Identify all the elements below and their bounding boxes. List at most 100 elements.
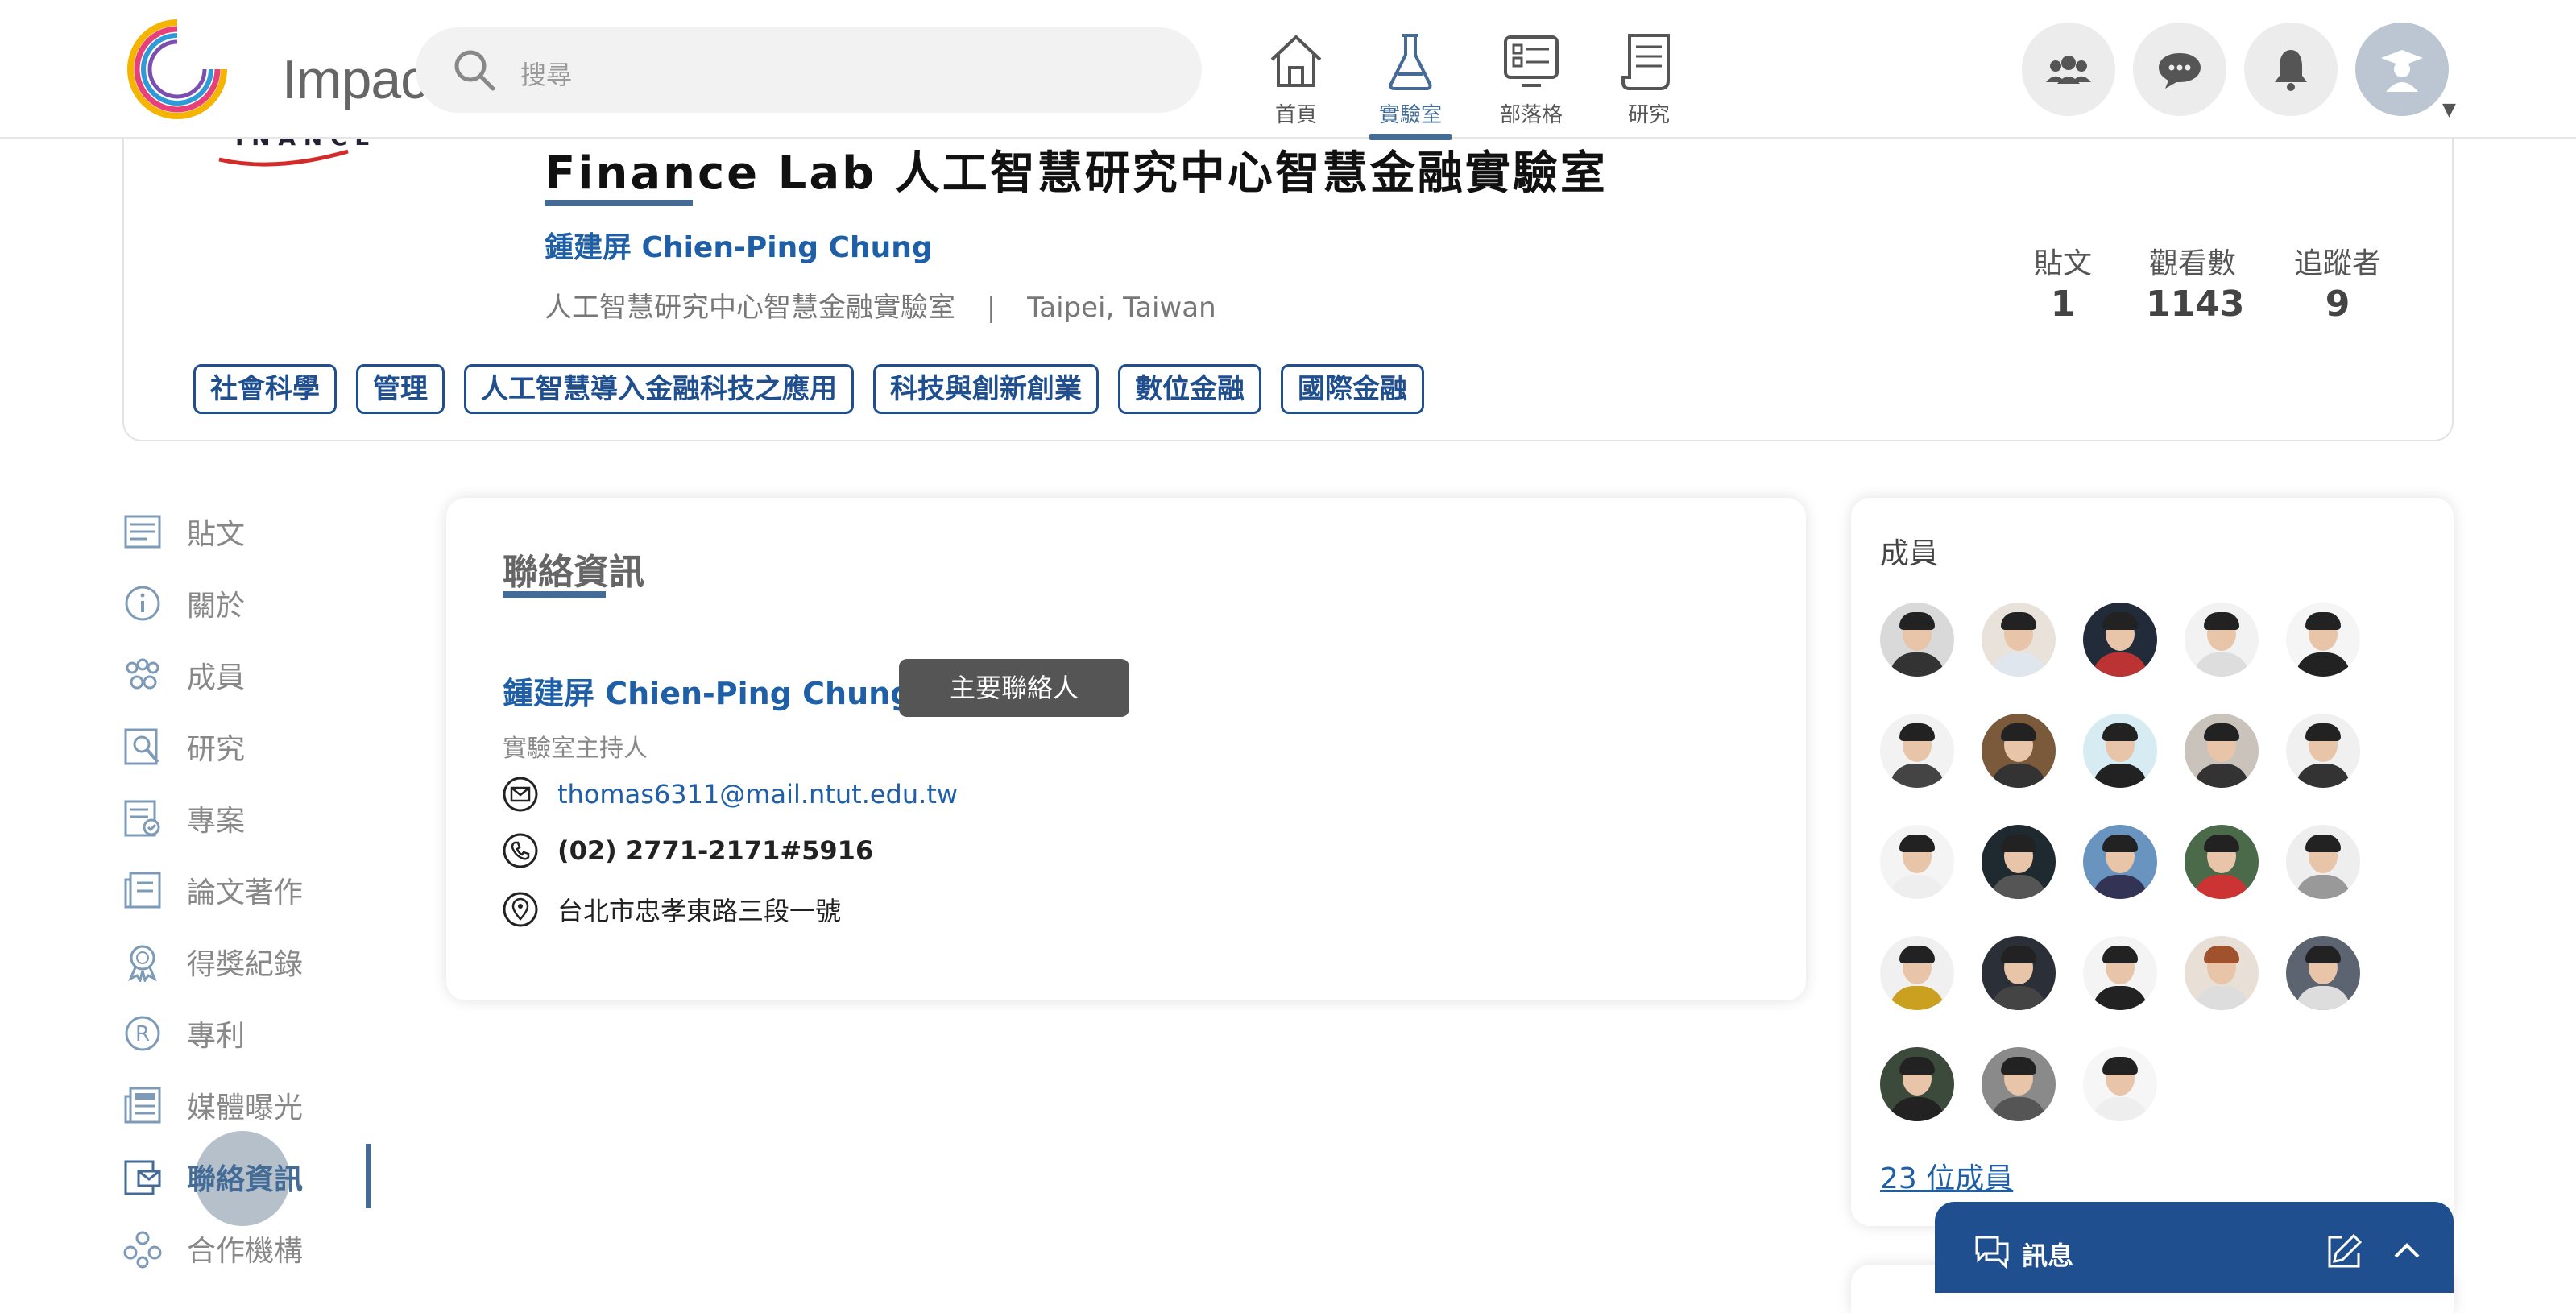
- chevron-down-icon[interactable]: ▼: [2442, 100, 2456, 120]
- sidebar-item-patents[interactable]: R 專利: [122, 1009, 245, 1058]
- title-underline: [545, 200, 693, 206]
- tag[interactable]: 科技與創新創業: [873, 364, 1099, 414]
- nav-label: 首頁: [1274, 103, 1317, 127]
- notifications-button[interactable]: [2244, 23, 2338, 116]
- sidebar-item-research[interactable]: 研究: [122, 723, 245, 771]
- member-avatar[interactable]: [2286, 825, 2360, 899]
- chevron-up-icon[interactable]: [2391, 1236, 2423, 1265]
- member-avatar[interactable]: [1880, 825, 1954, 899]
- sidebar-item-posts[interactable]: 貼文: [122, 507, 245, 556]
- primary-contact-badge: 主要聯絡人: [899, 659, 1129, 717]
- contact-role: 實驗室主持人: [503, 735, 648, 763]
- tag[interactable]: 管理: [356, 364, 445, 414]
- separator: |: [986, 292, 996, 324]
- member-avatar[interactable]: [2083, 825, 2157, 899]
- tag[interactable]: 人工智慧導入金融科技之應用: [464, 364, 854, 414]
- member-avatar[interactable]: [2286, 936, 2360, 1010]
- sidebar-item-label: 媒體曝光: [187, 1091, 304, 1125]
- email-link[interactable]: thomas6311@mail.ntut.edu.tw: [557, 779, 958, 810]
- member-avatar[interactable]: [2185, 714, 2259, 788]
- sidebar-item-label: 成員: [187, 661, 246, 694]
- card-title: 成員: [1880, 537, 1939, 570]
- nav-blog[interactable]: 部落格: [1479, 31, 1584, 139]
- search-bar[interactable]: 搜尋: [416, 27, 1202, 113]
- scroll-icon: [1621, 34, 1670, 90]
- address: 台北市忠孝東路三段一號: [557, 896, 842, 926]
- member-avatar[interactable]: [2185, 603, 2259, 677]
- member-avatar[interactable]: [1880, 714, 1954, 788]
- people-icon: [2046, 56, 2091, 84]
- home-icon: [1270, 35, 1322, 87]
- sidebar-item-projects[interactable]: 專案: [122, 794, 245, 843]
- chat-button[interactable]: [2133, 23, 2226, 116]
- sidebar-item-awards[interactable]: 得獎紀錄: [122, 938, 303, 986]
- contact-name-link[interactable]: 鍾建屏 Chien-Ping Chung: [503, 669, 912, 713]
- member-avatar[interactable]: [2286, 714, 2360, 788]
- member-avatar[interactable]: [2083, 714, 2157, 788]
- impactio-logo[interactable]: Impactio: [121, 16, 483, 122]
- member-avatar[interactable]: [2286, 603, 2360, 677]
- news-icon: [124, 1087, 161, 1124]
- member-avatar[interactable]: [2083, 936, 2157, 1010]
- sidebar-item-papers[interactable]: 論文著作: [122, 866, 303, 914]
- member-avatar[interactable]: [1880, 603, 1954, 677]
- tag[interactable]: 數位金融: [1118, 364, 1261, 414]
- nav-research[interactable]: 研究: [1597, 31, 1701, 139]
- member-avatar[interactable]: [1880, 1047, 1954, 1121]
- nav-lab[interactable]: 實驗室: [1358, 31, 1463, 140]
- member-avatar[interactable]: [2185, 936, 2259, 1010]
- flask-icon: [1389, 34, 1432, 90]
- search-icon: [454, 50, 495, 91]
- member-avatar[interactable]: [1982, 1047, 2056, 1121]
- award-icon: [128, 945, 157, 982]
- messages-label: 訊息: [2022, 1241, 2074, 1271]
- member-avatar[interactable]: [2083, 1047, 2157, 1121]
- sidebar-item-label: 專案: [187, 805, 246, 838]
- member-avatar[interactable]: [2185, 825, 2259, 899]
- nav-label: 實驗室: [1378, 103, 1442, 127]
- sidebar-item-about[interactable]: 關於: [122, 579, 245, 628]
- blog-icon: [1504, 35, 1559, 87]
- nav-home[interactable]: 首頁: [1244, 31, 1348, 139]
- card-title: 聯絡資訊: [503, 552, 644, 593]
- member-avatar[interactable]: [1982, 714, 2056, 788]
- member-avatar[interactable]: [1880, 936, 1954, 1010]
- contact-icon: [124, 1160, 161, 1195]
- tag-list: 社會科學 管理 人工智慧導入金融科技之應用 科技與創新創業 數位金融 國際金融: [193, 364, 1424, 414]
- sidebar-item-label: 關於: [187, 590, 246, 623]
- sidebar-item-contact[interactable]: 聯絡資訊: [122, 1153, 303, 1201]
- graduate-avatar-icon: [2381, 50, 2423, 92]
- phone-row: (02) 2771-2171#5916: [503, 833, 873, 868]
- patent-icon: R: [125, 1016, 160, 1051]
- lab-owner-link[interactable]: 鍾建屏 Chien-Ping Chung: [545, 224, 933, 266]
- lab-title: Finance Lab 人工智慧研究中心智慧金融實驗室: [545, 147, 1608, 200]
- papers-icon: [124, 872, 161, 909]
- tag[interactable]: 國際金融: [1281, 364, 1424, 414]
- member-avatar[interactable]: [2083, 603, 2157, 677]
- user-avatar-button[interactable]: [2355, 23, 2449, 116]
- lab-affiliation: 人工智慧研究中心智慧金融實驗室: [545, 292, 955, 324]
- lab-location: Taipei, Taiwan: [1027, 292, 1216, 324]
- member-avatar[interactable]: [1982, 825, 2056, 899]
- stat-value: 1: [2050, 284, 2076, 325]
- stat-followers[interactable]: 追蹤者 9: [2292, 240, 2383, 325]
- stat-label: 追蹤者: [2293, 247, 2381, 280]
- sidebar-item-members[interactable]: 成員: [122, 651, 245, 699]
- members-count-link[interactable]: 23 位成員: [1880, 1155, 2013, 1197]
- stat-label: 觀看數: [2148, 247, 2236, 280]
- stat-label: 貼文: [2033, 247, 2092, 280]
- messages-bar[interactable]: 訊息: [1935, 1202, 2454, 1293]
- member-avatar[interactable]: [1982, 603, 2056, 677]
- compose-icon[interactable]: [2325, 1232, 2363, 1271]
- active-indicator: [366, 1144, 371, 1208]
- sidebar-item-partners[interactable]: 合作機構: [122, 1224, 303, 1273]
- stat-value: 1143: [2146, 284, 2245, 325]
- tag[interactable]: 社會科學: [193, 364, 337, 414]
- sidebar-item-label: 論文著作: [187, 876, 304, 909]
- stat-views: 觀看數 1143: [2146, 240, 2245, 325]
- search-placeholder: 搜尋: [520, 60, 573, 90]
- groups-button[interactable]: [2022, 23, 2115, 116]
- member-avatar[interactable]: [1982, 936, 2056, 1010]
- svg-text:R: R: [135, 1022, 150, 1046]
- sidebar-item-media[interactable]: 媒體曝光: [122, 1081, 303, 1129]
